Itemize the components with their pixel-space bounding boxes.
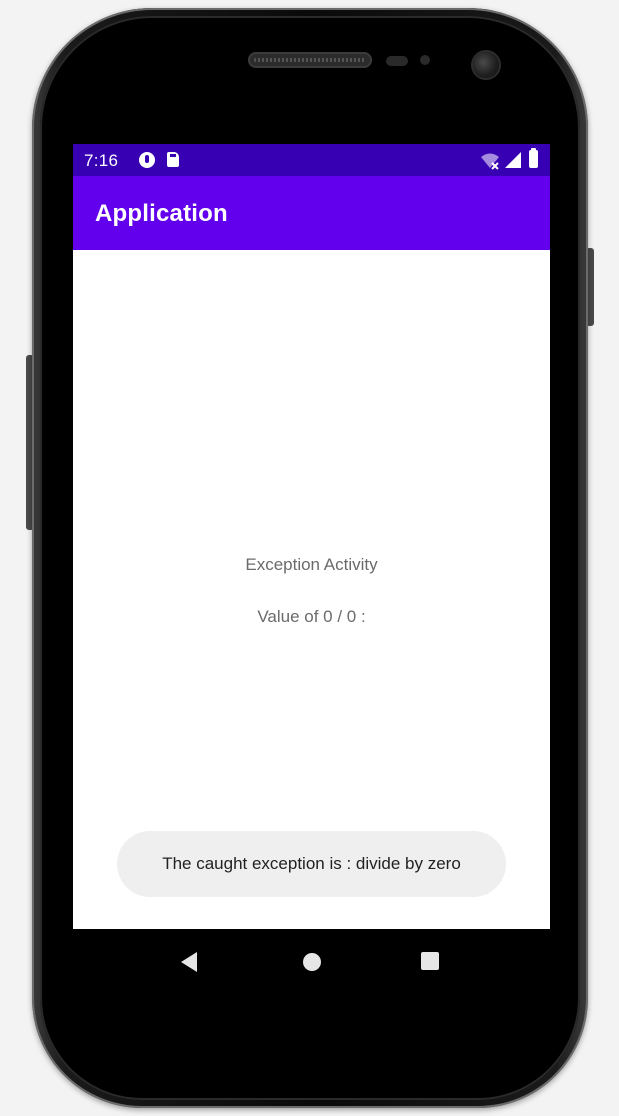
device-screen: 7:16 Application Exception Activity Valu… [73,144,550,994]
back-icon[interactable] [181,952,197,972]
notification-icon [139,152,155,168]
app-bar: Application [73,176,550,250]
proximity-sensor [386,56,408,66]
front-camera [473,52,499,78]
activity-content: Exception Activity Value of 0 / 0 : [73,250,550,929]
activity-title: Exception Activity [245,555,378,574]
division-value-label: Value of 0 / 0 : [257,607,366,626]
light-sensor [420,55,430,65]
navigation-bar [73,929,550,994]
sd-card-icon [167,152,179,167]
recents-icon[interactable] [421,952,439,970]
toast-message: The caught exception is : divide by zero [117,831,506,897]
signal-icon [505,152,521,168]
home-icon[interactable] [303,953,321,971]
status-bar: 7:16 [73,144,550,176]
earpiece-speaker [248,52,372,68]
battery-icon [529,148,538,168]
app-title: Application [95,200,228,227]
status-time: 7:16 [84,151,119,170]
wifi-icon [481,153,499,170]
